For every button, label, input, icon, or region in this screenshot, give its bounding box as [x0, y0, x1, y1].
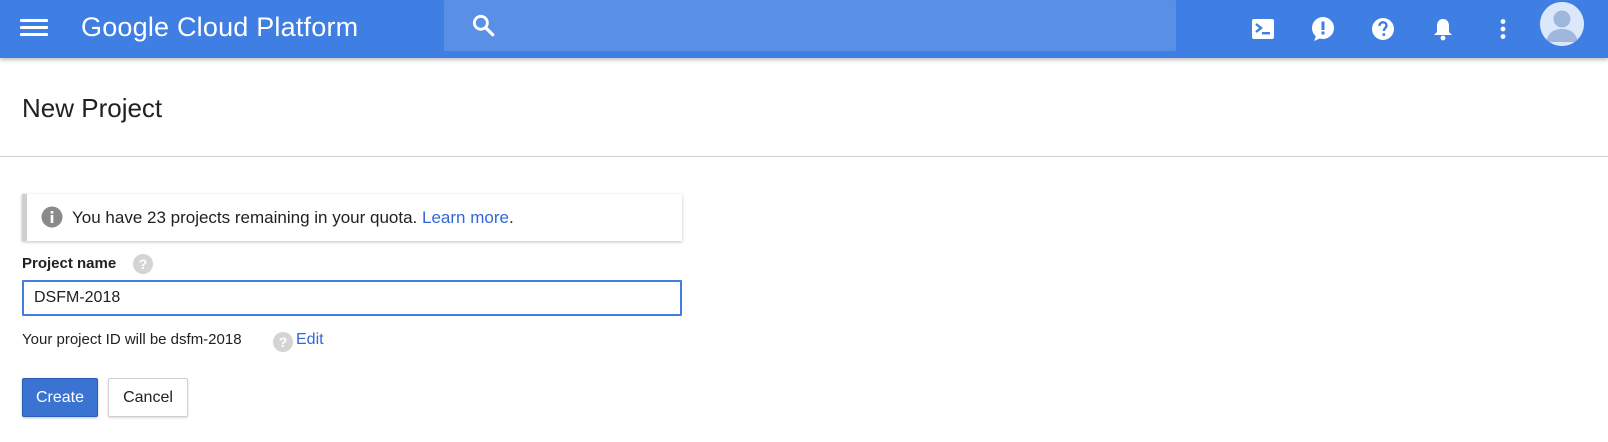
- feedback-button[interactable]: [1303, 9, 1343, 49]
- project-id-help-icon[interactable]: ?: [273, 332, 293, 352]
- create-button[interactable]: Create: [22, 378, 98, 417]
- help-icon: [1372, 18, 1394, 40]
- more-options-icon: [1500, 19, 1506, 39]
- project-id-line: Your project ID will be dsfm-2018: [22, 330, 242, 350]
- account-avatar[interactable]: [1540, 2, 1584, 46]
- info-icon: [41, 206, 63, 228]
- project-name-label: Project name: [22, 255, 117, 272]
- cloud-shell-button[interactable]: [1243, 9, 1283, 49]
- quota-notice: You have 23 projects remaining in your q…: [22, 194, 682, 241]
- app-title[interactable]: Google Cloud Platform: [81, 10, 358, 44]
- feedback-icon: [1312, 17, 1334, 41]
- search-icon: [472, 14, 495, 37]
- more-options-button[interactable]: [1483, 9, 1523, 49]
- search-bar[interactable]: [444, 0, 1176, 51]
- cancel-button[interactable]: Cancel: [108, 378, 188, 417]
- account-avatar-icon: [1540, 2, 1584, 46]
- top-app-bar: Google Cloud Platform: [0, 0, 1608, 58]
- quota-suffix: .: [508, 208, 514, 227]
- page-header: New Project: [0, 58, 1608, 157]
- edit-project-id-link[interactable]: Edit: [296, 330, 324, 350]
- project-name-help-icon[interactable]: ?: [133, 254, 153, 274]
- project-id-text: Your project ID will be dsfm-2018: [22, 331, 242, 348]
- learn-more-link[interactable]: Learn more: [422, 208, 509, 227]
- page-title: New Project: [22, 93, 163, 123]
- search-input[interactable]: [508, 8, 1158, 42]
- quota-message: You have 23 projects remaining in your q…: [72, 208, 514, 228]
- project-name-input[interactable]: [22, 280, 682, 316]
- hamburger-menu-icon[interactable]: [18, 12, 50, 44]
- help-button[interactable]: [1363, 9, 1403, 49]
- notifications-icon: [1434, 19, 1452, 41]
- notifications-button[interactable]: [1423, 9, 1463, 49]
- cloud-shell-icon: [1252, 19, 1274, 39]
- quota-text: You have 23 projects remaining in your q…: [72, 208, 418, 227]
